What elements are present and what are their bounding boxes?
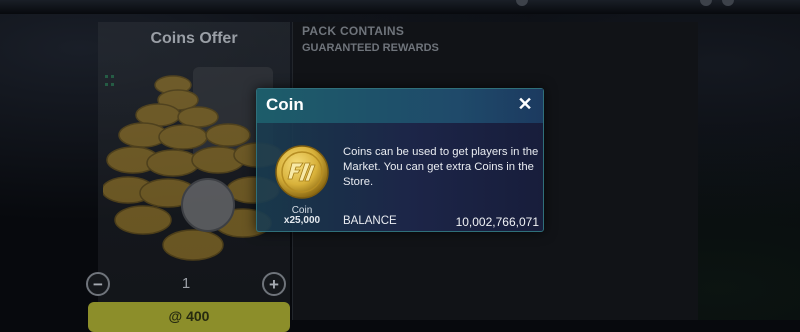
dialog-header: Coin ✕: [257, 89, 543, 123]
guaranteed-rewards-heading: GUARANTEED REWARDS: [302, 42, 439, 54]
coin-info-dialog: Coin ✕ Coin x25,000 Coins can be used to…: [256, 88, 544, 232]
buy-button[interactable]: @ 400: [88, 302, 290, 332]
coin-description: Coins can be used to get players in the …: [343, 146, 539, 188]
dialog-title: Coin: [266, 95, 304, 114]
quantity-stepper: − 1 +: [86, 272, 290, 298]
offer-title: Coins Offer: [150, 30, 238, 47]
top-bar-strip: [0, 0, 800, 14]
coin-icon: [275, 145, 329, 199]
plus-icon[interactable]: +: [262, 272, 286, 296]
balance-label: BALANCE: [343, 215, 397, 227]
balance-value: 10,002,766,071: [455, 215, 539, 229]
close-icon[interactable]: ✕: [516, 95, 534, 113]
pack-contains-heading: PACK CONTAINS: [302, 24, 405, 38]
reward-quantity: x25,000: [283, 215, 321, 226]
quantity-value: 1: [181, 275, 191, 292]
minus-icon[interactable]: −: [86, 272, 110, 296]
